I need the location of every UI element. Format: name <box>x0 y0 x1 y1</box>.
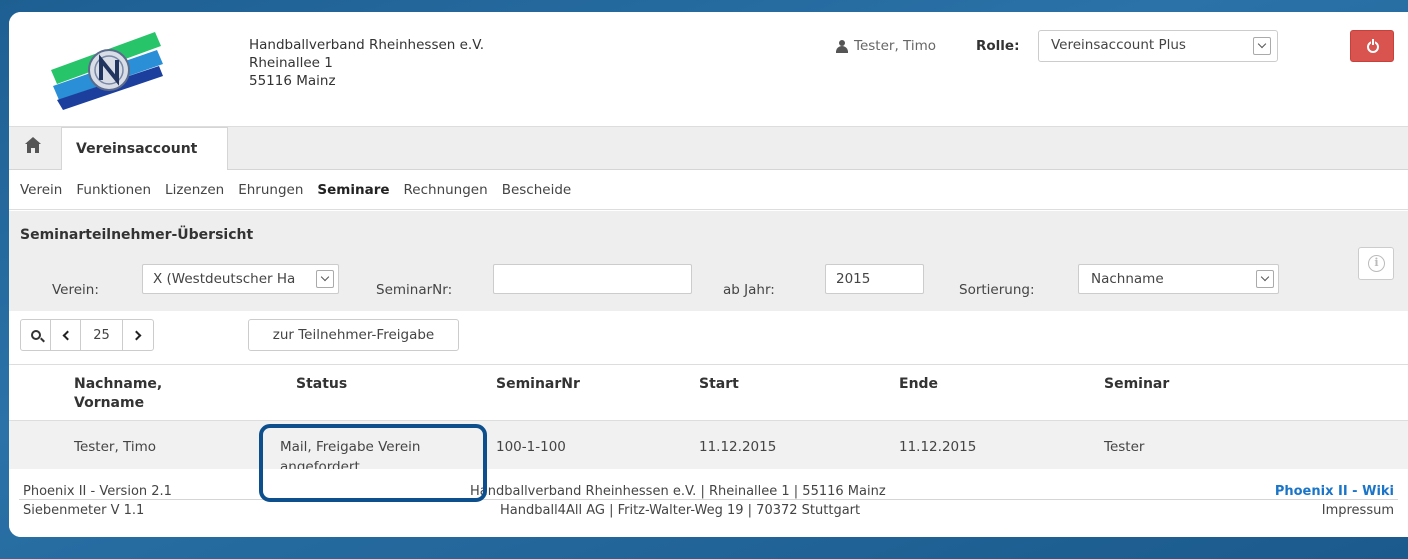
subnav-item-lizenzen[interactable]: Lizenzen <box>165 182 224 198</box>
column-header-seminarnr[interactable]: SeminarNr <box>496 375 580 394</box>
chevron-left-icon <box>62 330 73 340</box>
table-header: Nachname, Vorname Status SeminarNr Start… <box>9 365 1408 421</box>
cell-start: 11.12.2015 <box>699 439 777 455</box>
next-page-button[interactable] <box>123 320 153 350</box>
footer-version: Phoenix II - Version 2.1 <box>23 484 172 499</box>
status-highlight-annotation <box>259 424 487 502</box>
page-size-field[interactable]: 25 <box>81 320 123 350</box>
search-icon <box>30 330 41 340</box>
current-user[interactable]: Tester, Timo <box>836 38 936 54</box>
header: Handballverband Rheinhessen e.V. Rheinal… <box>9 12 1408 126</box>
org-name: Handballverband Rheinhessen e.V. <box>249 37 485 53</box>
table-toolbar: 25 zur Teilnehmer-Freigabe <box>9 311 1408 365</box>
user-name: Tester, Timo <box>854 38 937 54</box>
column-header-name[interactable]: Nachname, Vorname <box>74 375 194 413</box>
table-row[interactable]: Tester, Timo Mail, Freigabe Verein angef… <box>9 421 1408 475</box>
column-header-status[interactable]: Status <box>296 375 347 394</box>
info-icon: i <box>1368 255 1385 272</box>
chevron-down-icon <box>1256 270 1274 288</box>
jahr-label: ab Jahr: <box>723 282 775 298</box>
teilnehmer-freigabe-button[interactable]: zur Teilnehmer-Freigabe <box>248 319 459 351</box>
sortierung-value: Nachname <box>1091 271 1164 287</box>
column-header-seminar[interactable]: Seminar <box>1104 375 1169 394</box>
tab-bar: Vereinsaccount <box>9 126 1408 172</box>
prev-page-button[interactable] <box>51 320 81 350</box>
verein-label: Verein: <box>52 282 99 298</box>
tab-vereinsaccount[interactable]: Vereinsaccount <box>61 127 228 172</box>
user-icon <box>836 39 848 53</box>
org-street: Rheinallee 1 <box>249 55 333 71</box>
wiki-link[interactable]: Phoenix II - Wiki <box>1275 484 1394 499</box>
role-value: Vereinsaccount Plus <box>1051 37 1186 53</box>
info-button[interactable]: i <box>1358 247 1394 280</box>
verein-value: X (Westdeutscher Ha <box>153 271 296 287</box>
hvr-logo <box>51 32 163 110</box>
org-city: 55116 Mainz <box>249 73 336 89</box>
seminarnr-label: SeminarNr: <box>376 282 453 298</box>
pager: 25 <box>20 319 154 351</box>
org-address: Handballverband Rheinhessen e.V. Rheinal… <box>249 36 484 90</box>
logout-button[interactable] <box>1350 30 1394 62</box>
chevron-down-icon <box>1253 37 1271 55</box>
jahr-input[interactable]: 2015 <box>825 264 924 294</box>
chevron-down-icon <box>316 270 334 288</box>
sub-navigation: Verein Funktionen Lizenzen Ehrungen Semi… <box>9 170 1408 210</box>
cell-name: Tester, Timo <box>74 439 157 455</box>
cell-seminarnr: 100-1-100 <box>496 439 566 455</box>
filter-panel: Seminarteilnehmer-Übersicht Verein: X (W… <box>9 211 1408 311</box>
seminarnr-input[interactable] <box>493 264 692 294</box>
subnav-item-rechnungen[interactable]: Rechnungen <box>404 182 488 198</box>
column-header-start[interactable]: Start <box>699 375 739 394</box>
app-window: Handballverband Rheinhessen e.V. Rheinal… <box>9 12 1408 537</box>
footer: Phoenix II - Version 2.1 Siebenmeter V 1… <box>9 469 1408 537</box>
impressum-link[interactable]: Impressum <box>1322 503 1394 518</box>
power-icon <box>1367 39 1379 53</box>
subnav-item-ehrungen[interactable]: Ehrungen <box>238 182 303 198</box>
footer-sub-version: Siebenmeter V 1.1 <box>23 503 145 518</box>
footer-divider <box>19 499 1398 500</box>
sortierung-select[interactable]: Nachname <box>1078 264 1279 294</box>
subnav-item-bescheide[interactable]: Bescheide <box>502 182 572 198</box>
sortierung-label: Sortierung: <box>959 282 1035 298</box>
role-select[interactable]: Vereinsaccount Plus <box>1038 30 1278 62</box>
role-label: Rolle: <box>976 38 1020 54</box>
home-icon <box>25 137 41 153</box>
verein-select[interactable]: X (Westdeutscher Ha <box>142 264 339 294</box>
cell-seminar: Tester <box>1104 439 1145 455</box>
chevron-right-icon <box>131 330 141 340</box>
footer-vendor-line: Handball4All AG | Fritz-Walter-Weg 19 | … <box>500 503 861 518</box>
tab-home[interactable] <box>9 127 61 170</box>
subnav-item-verein[interactable]: Verein <box>20 182 62 198</box>
subnav-item-funktionen[interactable]: Funktionen <box>76 182 151 198</box>
footer-org-line: Handballverband Rheinhessen e.V. | Rhein… <box>470 484 886 499</box>
search-button[interactable] <box>21 320 51 350</box>
cell-ende: 11.12.2015 <box>899 439 977 455</box>
subnav-item-seminare[interactable]: Seminare <box>317 182 389 198</box>
column-header-ende[interactable]: Ende <box>899 375 938 394</box>
page-title: Seminarteilnehmer-Übersicht <box>20 227 254 243</box>
